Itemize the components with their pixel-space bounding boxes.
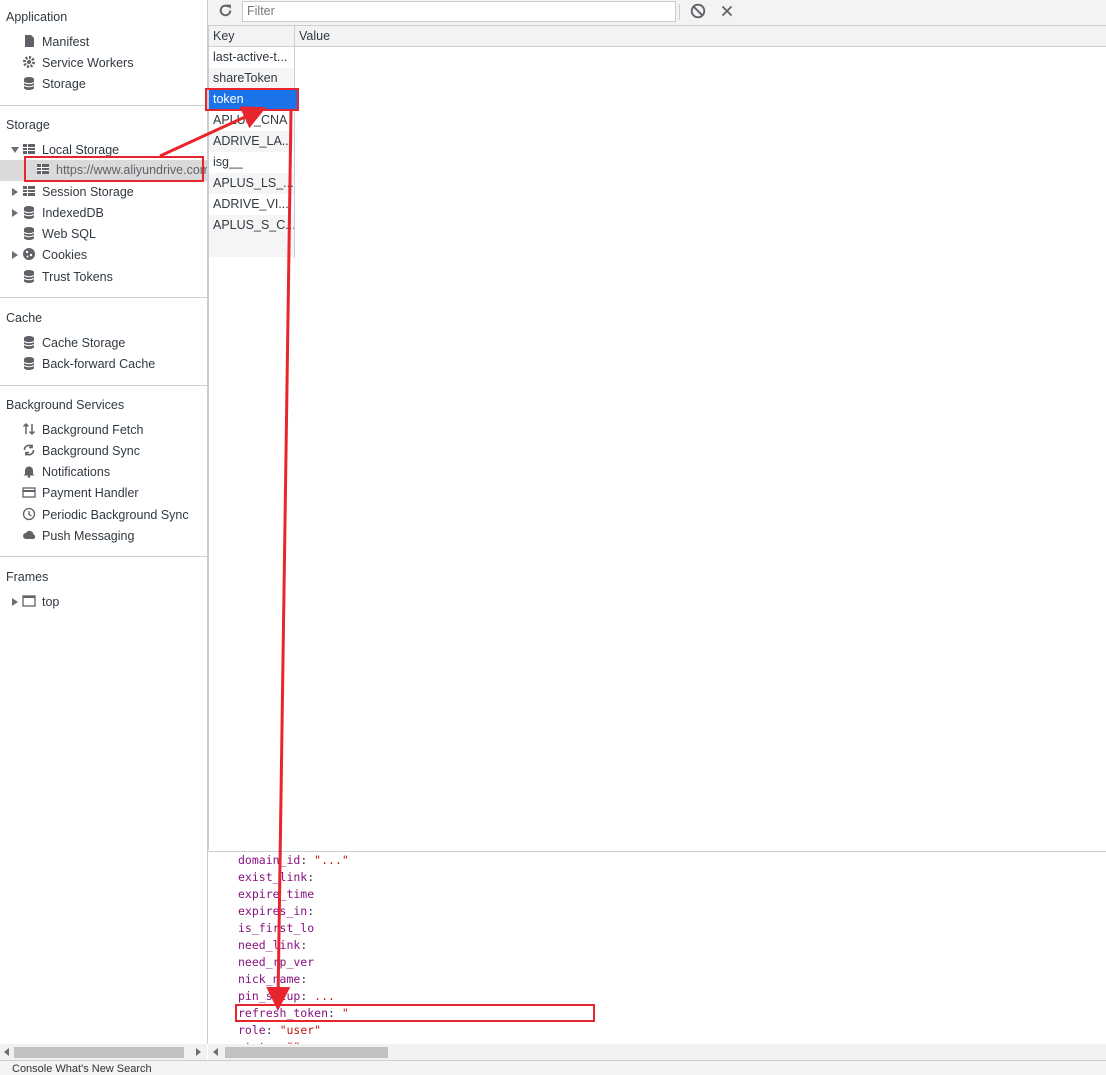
database-icon [23,357,35,370]
sidebar-item-payment-handler[interactable]: Payment Handler [22,483,139,504]
column-header-value[interactable]: Value [299,26,330,46]
file-icon [25,35,34,47]
annotation-box-refresh-token [235,1004,595,1022]
annotation-box-origin [24,156,204,182]
preview-line[interactable]: nick_name: [238,971,307,988]
preview-line[interactable]: domain_id: "..." [238,852,349,869]
scrollbar-thumb[interactable] [225,1047,388,1058]
preview-line[interactable]: is_first_lo [238,920,314,937]
drawer-tabs: Console What's New Search [0,1060,1106,1075]
sidebar-item-push-messaging[interactable]: Push Messaging [22,526,134,547]
database-icon [23,336,35,349]
table-row[interactable]: APLUS_LS_... [208,173,294,194]
up-down-arrows-icon [22,422,36,436]
clear-all-icon[interactable] [690,3,706,19]
section-title-background-services: Background Services [6,398,125,412]
sidebar-item-periodic-background-sync[interactable]: Periodic Background Sync [22,505,189,526]
table-icon [23,144,35,154]
section-title-frames: Frames [6,570,49,584]
expand-arrow-icon[interactable] [12,188,18,196]
preview-line[interactable]: need_link: [238,937,307,954]
sidebar-item-session-storage[interactable]: Session Storage [22,182,134,203]
sidebar-item-service-workers[interactable]: Service Workers [22,53,133,74]
divider [0,556,207,557]
bell-icon [23,466,35,478]
storage-grid: Key Value last-active-t... shareToken to… [208,26,1106,850]
preview-line[interactable]: expire_time [238,886,314,903]
table-row-empty [208,236,294,257]
divider [0,105,207,106]
divider [0,297,207,298]
sidebar-item-cookies[interactable]: Cookies [22,245,87,266]
section-title-application: Application [6,10,68,24]
section-title-cache: Cache [6,311,43,325]
table-row[interactable]: APLUS_S_C... [208,215,294,236]
table-row[interactable]: ADRIVE_VI... [208,194,294,215]
sidebar-item-indexeddb[interactable]: IndexedDB [22,203,104,224]
preview-line[interactable]: pin_setup: ... [238,988,335,1005]
cloud-icon [23,530,36,539]
gear-icon [23,56,35,68]
sidebar-item-background-fetch[interactable]: Background Fetch [22,420,143,441]
expand-arrow-icon[interactable] [12,598,18,606]
table-row[interactable]: ADRIVE_LA... [208,131,294,152]
sidebar-item-notifications[interactable]: Notifications [22,462,110,483]
sidebar-item-top-frame[interactable]: top [22,592,59,613]
annotation-box-token [205,88,299,111]
sidebar-item-cache-storage[interactable]: Cache Storage [22,333,125,354]
preview-line[interactable]: expires_in: [238,903,314,920]
table-row[interactable]: isg__ [208,152,294,173]
column-divider[interactable] [294,26,295,258]
divider [0,385,207,386]
preview-scrollbar[interactable] [208,1044,1106,1060]
column-header-key[interactable]: Key [213,26,235,46]
database-icon [23,206,35,219]
storage-toolbar: Filter [208,0,1106,26]
frame-icon [22,595,36,607]
sidebar-item-storage[interactable]: Storage [22,74,86,95]
sync-icon [23,444,35,456]
preview-line[interactable]: exist_link: [238,869,314,886]
refresh-icon[interactable] [218,3,233,18]
drawer-tab-labels[interactable]: Console What's New Search [12,1063,152,1075]
toolbar-divider [679,4,680,20]
sidebar-scrollbar[interactable] [0,1044,207,1060]
database-icon [23,270,35,283]
table-row[interactable]: last-active-t... [208,47,294,68]
table-icon [23,186,35,196]
scrollbar-thumb[interactable] [14,1047,184,1058]
sidebar-item-trust-tokens[interactable]: Trust Tokens [22,267,113,288]
sidebar-item-background-sync[interactable]: Background Sync [22,441,140,462]
scroll-left-icon[interactable] [4,1048,9,1056]
database-icon [23,77,35,90]
delete-selected-icon[interactable] [720,4,734,18]
table-row[interactable]: APLUS_CNA [208,110,294,131]
expand-arrow-icon[interactable] [12,209,18,217]
sidebar-item-back-forward-cache[interactable]: Back-forward Cache [22,354,155,375]
grid-border [208,26,209,850]
grid-header: Key Value [208,26,1106,47]
expand-arrow-icon[interactable] [11,147,19,153]
table-row[interactable]: shareToken [208,68,294,89]
cookie-icon [23,248,35,260]
preview-line[interactable]: need_rp_ver [238,954,314,971]
sidebar-item-manifest[interactable]: Manifest [22,32,89,53]
filter-input[interactable]: Filter [242,1,676,22]
preview-line[interactable]: role: "user" [238,1022,321,1039]
expand-arrow-icon[interactable] [12,251,18,259]
database-icon [23,227,35,240]
sidebar-item-web-sql[interactable]: Web SQL [22,224,96,245]
clock-icon [22,507,36,521]
scroll-right-icon[interactable] [196,1048,201,1056]
card-icon [22,487,36,498]
scroll-left-icon[interactable] [213,1048,218,1056]
section-title-storage: Storage [6,118,50,132]
